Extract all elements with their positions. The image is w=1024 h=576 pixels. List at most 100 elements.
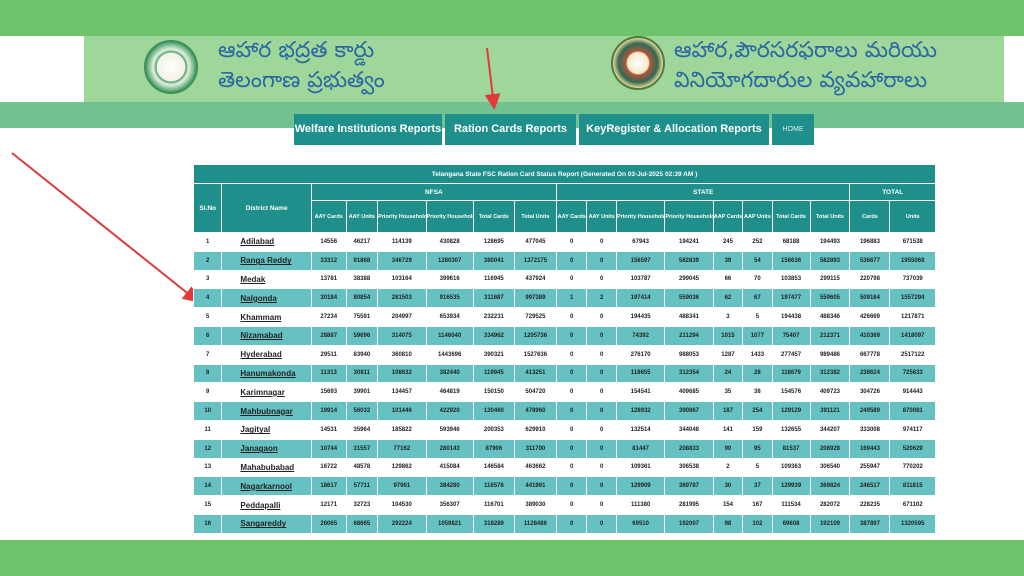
- district-link[interactable]: Janagaon: [221, 438, 312, 459]
- table-cell: 281503: [377, 288, 427, 309]
- table-cell: 1443696: [425, 344, 474, 365]
- table-cell: 1205736: [513, 325, 557, 346]
- table-cell: 974117: [889, 419, 936, 440]
- district-link[interactable]: Ranga Reddy: [221, 250, 312, 271]
- ration-card-status-table: Telangana State FSC Ration Card Status R…: [192, 164, 936, 534]
- table-cell: 185822: [377, 419, 427, 440]
- table-cell: 83940: [345, 344, 379, 365]
- table-cell: 194438: [771, 307, 811, 327]
- table-cell: 0: [586, 344, 617, 365]
- table-cell: 46217: [345, 232, 379, 252]
- table-cell: 68665: [345, 513, 379, 534]
- table-cell: 299115: [809, 269, 851, 290]
- table-cell: 559036: [664, 288, 714, 309]
- district-link[interactable]: Sangareddy: [221, 513, 312, 534]
- table-cell: 811815: [889, 476, 936, 497]
- row-number: 4: [192, 288, 223, 309]
- table-cell: 30: [712, 476, 744, 497]
- table-cell: 488341: [664, 307, 714, 327]
- district-link[interactable]: Hanumakonda: [221, 363, 312, 384]
- table-cell: 5: [742, 307, 773, 327]
- table-cell: 48578: [345, 457, 379, 478]
- table-cell: 74392: [615, 325, 666, 346]
- district-link[interactable]: Adilabad: [221, 232, 312, 252]
- table-cell: 1217871: [889, 307, 936, 327]
- table-cell: 27234: [310, 307, 347, 327]
- table-cell: 989486: [809, 344, 851, 365]
- table-cell: 220798: [849, 269, 891, 290]
- district-link[interactable]: Nalgonda: [221, 288, 312, 309]
- table-cell: 156597: [615, 250, 666, 271]
- nav-keyregister-allocation-reports[interactable]: KeyRegister & Allocation Reports: [579, 114, 769, 145]
- table-cell: 0: [586, 232, 617, 252]
- district-link[interactable]: Mahbubnagar: [221, 401, 312, 421]
- table-cell: 311687: [472, 288, 515, 309]
- table-cell: 520629: [889, 438, 936, 459]
- page-header: ఆహార భద్రత కార్డు తెలంగాణ ప్రభుత్వం ఆహార…: [84, 36, 1004, 102]
- table-cell: 109361: [615, 457, 666, 478]
- nav-ration-cards-reports[interactable]: Ration Cards Reports: [445, 114, 576, 145]
- table-cell: 1280307: [425, 250, 474, 271]
- table-cell: 128932: [615, 401, 666, 421]
- table-cell: 26065: [310, 513, 347, 534]
- district-link[interactable]: Nizamabad: [221, 325, 312, 346]
- table-cell: 101446: [377, 401, 427, 421]
- district-link[interactable]: Peddapalli: [221, 495, 312, 515]
- table-cell: 0: [555, 438, 588, 459]
- nav-home[interactable]: HOME: [772, 114, 814, 145]
- table-cell: 212371: [809, 325, 851, 346]
- table-cell: 0: [586, 476, 617, 497]
- table-cell: 488346: [809, 307, 851, 327]
- table-cell: 159: [742, 419, 773, 440]
- table-row: 9 Karimnagar 15693 39901 134457 464819 150150 5…: [192, 382, 936, 403]
- table-cell: 56032: [345, 401, 379, 421]
- table-cell: 299045: [664, 269, 714, 290]
- district-link[interactable]: Medak: [221, 269, 312, 290]
- table-cell: 103164: [377, 269, 427, 290]
- row-number: 2: [192, 250, 223, 271]
- table-cell: 1527636: [513, 344, 557, 365]
- table-cell: 311700: [513, 438, 557, 459]
- table-cell: 69608: [771, 513, 811, 534]
- table-cell: 97961: [377, 476, 427, 497]
- table-cell: 391121: [809, 401, 851, 421]
- table-cell: 109363: [771, 457, 811, 478]
- table-cell: 0: [555, 269, 588, 290]
- table-cell: 252: [742, 232, 773, 252]
- table-cell: 228235: [849, 495, 891, 515]
- district-link[interactable]: Nagarkarnool: [221, 476, 312, 497]
- state-col-header: AAY Units: [586, 200, 617, 233]
- table-cell: 0: [586, 307, 617, 327]
- table-cell: 0: [586, 401, 617, 421]
- state-col-header: Priority Household Units: [664, 200, 714, 233]
- district-link[interactable]: Khammam: [221, 307, 312, 327]
- header-right-line1: ఆహార,పౌరసరఫరాలు మరియు: [674, 38, 937, 63]
- table-cell: 87906: [472, 438, 515, 459]
- table-cell: 3: [712, 307, 744, 327]
- table-cell: 1146040: [425, 325, 474, 346]
- table-cell: 10744: [310, 438, 347, 459]
- table-cell: 1372175: [513, 250, 557, 271]
- table-cell: 192007: [664, 513, 714, 534]
- group-nfsa: NFSA: [310, 183, 557, 201]
- table-cell: 344207: [809, 419, 851, 440]
- table-cell: 75407: [771, 325, 811, 346]
- table-cell: 200353: [472, 419, 515, 440]
- nav-welfare-institutions-reports[interactable]: Welfare Institutions Reports: [294, 114, 442, 145]
- table-cell: 129909: [615, 476, 666, 497]
- table-cell: 463662: [513, 457, 557, 478]
- district-link[interactable]: Jagityal: [221, 419, 312, 440]
- table-cell: 280143: [425, 438, 474, 459]
- nfsa-col-header: Priority Household cards: [377, 200, 427, 233]
- table-cell: 0: [586, 325, 617, 346]
- district-link[interactable]: Mahabubabad: [221, 457, 312, 478]
- table-cell: 194241: [664, 232, 714, 252]
- table-cell: 66: [712, 269, 744, 290]
- table-cell: 509164: [849, 288, 891, 309]
- table-cell: 415084: [425, 457, 474, 478]
- district-link[interactable]: Hyderabad: [221, 344, 312, 365]
- table-cell: 0: [586, 382, 617, 403]
- top-green-band: [0, 0, 1024, 36]
- district-link[interactable]: Karimnagar: [221, 382, 312, 403]
- table-cell: 0: [555, 363, 588, 384]
